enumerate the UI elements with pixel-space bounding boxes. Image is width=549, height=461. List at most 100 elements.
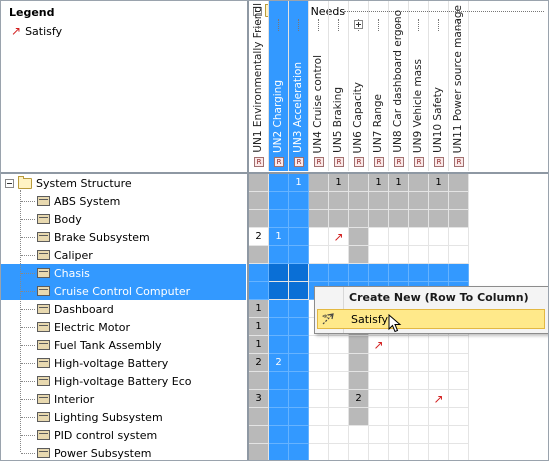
matrix-cell[interactable] [349,192,369,210]
matrix-cell[interactable] [409,228,429,246]
matrix-cell[interactable] [429,426,449,444]
matrix-cell[interactable] [449,210,469,228]
matrix-cell[interactable] [409,264,429,282]
column-header-un11[interactable]: UN11 Power source manage R [449,1,469,171]
tree-row[interactable]: Caliper [1,246,246,264]
matrix-cell[interactable] [389,336,409,354]
matrix-cell[interactable] [249,444,269,460]
matrix-cell[interactable]: 1 [389,174,409,192]
matrix-cell[interactable] [289,372,309,390]
matrix-cell[interactable] [329,264,349,282]
matrix-cell[interactable] [269,264,289,282]
matrix-cell[interactable] [269,246,289,264]
matrix-cell[interactable] [269,336,289,354]
matrix-cell[interactable] [309,390,329,408]
matrix-cell[interactable] [309,408,329,426]
matrix-cell[interactable] [329,354,349,372]
tree-row[interactable]: High-voltage Battery Eco [1,372,246,390]
matrix-cell[interactable] [369,354,389,372]
tree-row[interactable]: Dashboard [1,300,246,318]
matrix-cell[interactable] [349,354,369,372]
matrix-cell[interactable] [329,336,349,354]
matrix-cell[interactable] [289,390,309,408]
matrix-cell[interactable] [349,174,369,192]
matrix-cell[interactable]: 2 [349,390,369,408]
matrix-cell[interactable] [449,174,469,192]
matrix-cell[interactable] [409,210,429,228]
matrix-cell[interactable] [269,372,289,390]
column-header-un6[interactable]: UN6 Capacity R [349,1,369,171]
matrix-cell[interactable] [289,282,309,300]
matrix-cell[interactable] [349,336,369,354]
column-header-un10[interactable]: UN10 Safety R [429,1,449,171]
matrix-cell[interactable] [429,228,449,246]
tree-row[interactable]: Chasis [1,264,246,282]
matrix-cell[interactable] [289,444,309,460]
column-header-un3[interactable]: UN3 Acceleration R [289,1,309,171]
matrix-cell[interactable] [409,408,429,426]
matrix-cell[interactable] [369,444,389,460]
matrix-cell[interactable] [309,354,329,372]
matrix-cell[interactable] [249,408,269,426]
matrix-cell[interactable] [249,210,269,228]
matrix-cell[interactable]: 1 [369,174,389,192]
matrix-cell[interactable] [309,174,329,192]
tree-row[interactable]: ABS System [1,192,246,210]
matrix-cell[interactable] [329,372,349,390]
matrix-cell[interactable] [389,246,409,264]
matrix-cell[interactable] [329,426,349,444]
matrix-cell[interactable]: ↗ [369,336,389,354]
matrix-cell[interactable] [269,174,289,192]
column-header-un5[interactable]: UN5 Braking R [329,1,349,171]
matrix-cell[interactable] [289,192,309,210]
matrix-cell[interactable] [409,174,429,192]
matrix-cell[interactable] [429,408,449,426]
collapse-icon[interactable] [5,178,14,188]
matrix-cell[interactable] [349,246,369,264]
matrix-cell[interactable]: 1 [289,174,309,192]
matrix-cell[interactable] [449,264,469,282]
matrix-cell[interactable] [429,246,449,264]
matrix-cell[interactable] [349,408,369,426]
matrix-cell[interactable] [389,210,409,228]
matrix-cell[interactable] [389,408,409,426]
expand-icon[interactable] [354,20,363,29]
matrix-cell[interactable] [349,228,369,246]
matrix-cell[interactable] [429,444,449,460]
matrix-cell[interactable] [329,192,349,210]
column-header-un4[interactable]: UN4 Cruise control R [309,1,329,171]
matrix-cell[interactable] [369,408,389,426]
matrix-cell[interactable] [289,210,309,228]
matrix-cell[interactable] [389,354,409,372]
matrix-cell[interactable] [449,354,469,372]
matrix-cell[interactable] [389,192,409,210]
matrix-cell[interactable] [449,228,469,246]
tree-row[interactable]: PID control system [1,426,246,444]
matrix-cell[interactable] [389,426,409,444]
matrix-cell[interactable] [349,264,369,282]
matrix-cell[interactable] [269,390,289,408]
matrix-cell[interactable] [429,210,449,228]
matrix-cell[interactable] [449,408,469,426]
matrix-cell[interactable] [249,372,269,390]
matrix-cell[interactable] [289,300,309,318]
matrix-cell[interactable] [289,426,309,444]
matrix-cell[interactable] [309,228,329,246]
matrix-cell[interactable] [249,282,269,300]
matrix-cell[interactable] [309,426,329,444]
matrix-cell[interactable] [349,426,369,444]
matrix-cell[interactable] [329,444,349,460]
matrix-cell[interactable] [369,372,389,390]
matrix-cell[interactable] [309,246,329,264]
tree-row[interactable]: Power Subsystem [1,444,246,460]
matrix-cell[interactable] [249,174,269,192]
matrix-cell[interactable] [429,192,449,210]
matrix-cell[interactable]: ↗ [329,228,349,246]
tree-row[interactable]: Body [1,210,246,228]
matrix-cell[interactable] [369,264,389,282]
matrix-cell[interactable]: 1 [329,174,349,192]
matrix-cell[interactable] [309,192,329,210]
matrix-cell[interactable] [249,426,269,444]
matrix-cell[interactable] [449,372,469,390]
matrix-cell[interactable] [269,210,289,228]
